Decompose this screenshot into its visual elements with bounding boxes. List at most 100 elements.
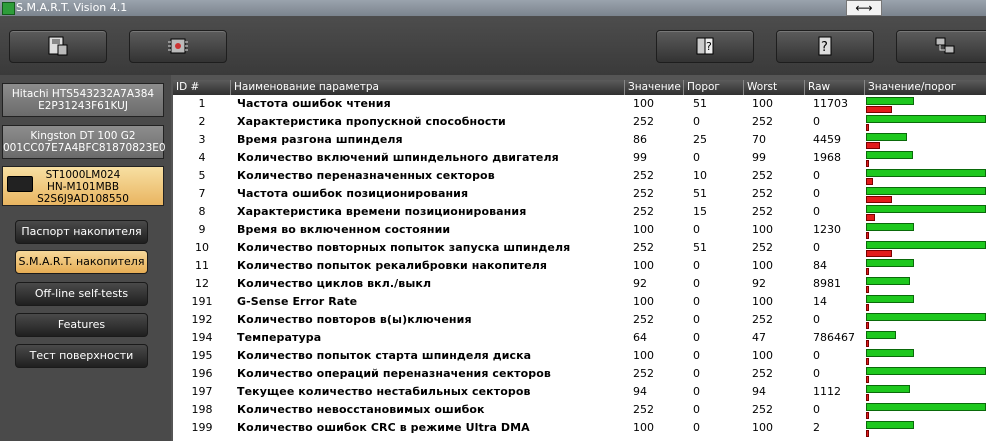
- parameter-name: Частота ошибок чтения: [237, 97, 391, 110]
- smart-id: 12: [195, 277, 209, 290]
- table-row[interactable]: 2 Характеристика пропускной способности 25…: [173, 113, 986, 131]
- threshold-cell: 51: [693, 241, 707, 254]
- drive-item-hitachi[interactable]: Hitachi HTS543232A7A384 E2P31243F61KUJ: [2, 83, 164, 117]
- threshold-cell: 0: [693, 223, 700, 236]
- worst-cell: 252: [752, 205, 773, 218]
- threshold-bar: [866, 178, 873, 185]
- ratio-bars: [866, 258, 986, 275]
- settings-button[interactable]: [129, 30, 227, 63]
- parameter-name: Количество циклов вкл./выкл: [237, 277, 432, 290]
- smart-id: 5: [198, 169, 206, 182]
- toolbar: ? ?: [0, 16, 986, 75]
- smart-id: 4: [198, 151, 206, 164]
- nav-surface-test[interactable]: Тест поверхности: [15, 344, 148, 368]
- ratio-bars: [866, 330, 986, 347]
- drive-model: Hitachi HTS543232A7A384: [11, 88, 155, 100]
- parameter-name: Количество попыток старта шпинделя диска: [237, 349, 532, 362]
- parameter-name: Характеристика времени позиционирования: [237, 205, 527, 218]
- smart-id: 199: [191, 421, 213, 434]
- threshold-cell: 51: [693, 187, 707, 200]
- help-book-button[interactable]: ?: [656, 30, 754, 63]
- nav-smart[interactable]: S.M.A.R.T. накопителя: [15, 250, 148, 274]
- table-row[interactable]: 12 Количество циклов вкл./выкл 92 0 92 8981: [173, 275, 986, 293]
- hard-disk-icon: [7, 176, 33, 192]
- table-row[interactable]: 196 Количество операций переназначения се…: [173, 365, 986, 383]
- threshold-cell: 0: [693, 331, 700, 344]
- table-row[interactable]: 9 Время во включенном состоянии 100 0 100 123…: [173, 221, 986, 239]
- value-bar: [866, 115, 986, 123]
- raw-cell: 0: [813, 115, 820, 128]
- table-body: 1 Частота ошибок чтения 100 51 100 11703 2 Хара…: [173, 95, 986, 437]
- drive-serial: 001CC07E7A4BFC81870823E0: [3, 142, 166, 154]
- worst-cell: 94: [752, 385, 766, 398]
- table-row[interactable]: 197 Текущее количество нестабильных секто…: [173, 383, 986, 401]
- parameter-name: Количество включений шпиндельного двигат…: [237, 151, 559, 164]
- title-bar: S.M.A.R.T. Vision 4.1 ⟷: [0, 0, 986, 16]
- table-row[interactable]: 192 Количество повторов в(ы)ключения 252 0 2…: [173, 311, 986, 329]
- worst-cell: 252: [752, 367, 773, 380]
- worst-cell: 99: [752, 151, 766, 164]
- col-ratio[interactable]: Значение/порог: [865, 80, 986, 95]
- table-row[interactable]: 4 Количество включений шпиндельного двига…: [173, 149, 986, 167]
- value-bar: [866, 223, 914, 231]
- threshold-bar: [866, 286, 869, 293]
- worst-cell: 252: [752, 241, 773, 254]
- worst-cell: 92: [752, 277, 766, 290]
- table-row[interactable]: 8 Характеристика времени позиционирования…: [173, 203, 986, 221]
- value-cell: 94: [633, 385, 647, 398]
- value-bar: [866, 367, 986, 375]
- threshold-cell: 10: [693, 169, 707, 182]
- network-button[interactable]: [896, 30, 986, 63]
- table-row[interactable]: 195 Количество попыток старта шпинделя ди…: [173, 347, 986, 365]
- ratio-bars: [866, 294, 986, 311]
- help-button[interactable]: ?: [776, 30, 874, 63]
- ratio-bars: [866, 366, 986, 383]
- chip-icon: [168, 38, 188, 54]
- table-row[interactable]: 7 Частота ошибок позиционирования 252 51 252…: [173, 185, 986, 203]
- threshold-cell: 0: [693, 421, 700, 434]
- col-raw[interactable]: Raw: [805, 80, 865, 95]
- nav-offline-self-tests[interactable]: Off-line self-tests: [15, 282, 148, 306]
- resize-arrows-icon[interactable]: ⟷: [846, 0, 882, 16]
- save-report-button[interactable]: [9, 30, 107, 63]
- table-row[interactable]: 10 Количество повторных попыток запуска ш…: [173, 239, 986, 257]
- value-bar: [866, 151, 913, 159]
- parameter-name: Характеристика пропускной способности: [237, 115, 506, 128]
- col-id[interactable]: ID #: [173, 80, 231, 95]
- col-value[interactable]: Значение: [625, 80, 684, 95]
- table-row[interactable]: 5 Количество переназначенных секторов 252 1…: [173, 167, 986, 185]
- worst-cell: 100: [752, 349, 773, 362]
- threshold-bar: [866, 358, 869, 365]
- value-cell: 252: [633, 169, 654, 182]
- threshold-bar: [866, 268, 869, 275]
- nav-features[interactable]: Features: [15, 313, 148, 337]
- drive-item-kingston[interactable]: Kingston DT 100 G2 001CC07E7A4BFC8187082…: [2, 125, 166, 159]
- nav-drive-passport[interactable]: Паспорт накопителя: [15, 220, 148, 244]
- table-row[interactable]: 11 Количество попыток рекалибровки накопи…: [173, 257, 986, 275]
- drive-model: Kingston DT 100 G2: [30, 130, 136, 142]
- table-row[interactable]: 3 Время разгона шпинделя 86 25 70 4459: [173, 131, 986, 149]
- smart-id: 9: [198, 223, 206, 236]
- col-worst[interactable]: Worst: [744, 80, 805, 95]
- ratio-bars: [866, 204, 986, 221]
- ratio-bars: [866, 312, 986, 329]
- ratio-bars: [866, 402, 986, 419]
- table-row[interactable]: 198 Количество невосстановимых ошибок 252 0…: [173, 401, 986, 419]
- table-row[interactable]: 194 Температура 64 0 47 786467: [173, 329, 986, 347]
- worst-cell: 100: [752, 97, 773, 110]
- table-row[interactable]: 191 G-Sense Error Rate 100 0 100 14: [173, 293, 986, 311]
- threshold-cell: 0: [693, 313, 700, 326]
- smart-id: 7: [198, 187, 206, 200]
- raw-cell: 0: [813, 187, 820, 200]
- col-name[interactable]: Наименование параметра: [231, 80, 625, 95]
- col-threshold[interactable]: Порог: [684, 80, 744, 95]
- threshold-bar: [866, 142, 880, 149]
- parameter-name: Количество повторов в(ы)ключения: [237, 313, 472, 326]
- drive-item-seagate[interactable]: ST1000LM024 HN-M101MBB S2S6J9AD108550: [2, 166, 164, 206]
- value-bar: [866, 241, 986, 249]
- ratio-bars: [866, 168, 986, 185]
- smart-id: 192: [191, 313, 213, 326]
- table-row[interactable]: 199 Количество ошибок CRC в режиме Ultra …: [173, 419, 986, 437]
- table-row[interactable]: 1 Частота ошибок чтения 100 51 100 11703: [173, 95, 986, 113]
- threshold-bar: [866, 250, 892, 257]
